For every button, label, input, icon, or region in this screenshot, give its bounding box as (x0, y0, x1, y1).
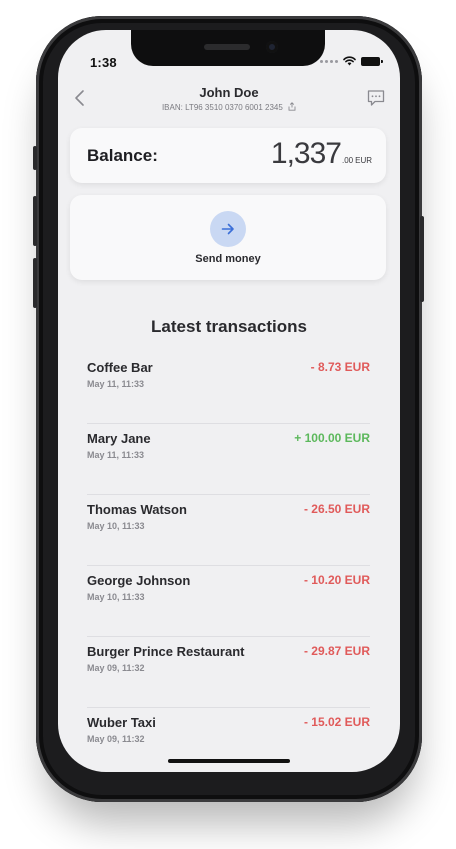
transaction-date: May 11, 11:33 (87, 450, 145, 460)
transaction-date: May 09, 11:32 (87, 663, 145, 673)
phone-volume-down-button (33, 258, 37, 308)
transactions-title: Latest transactions (151, 317, 307, 336)
transaction-row[interactable]: George Johnson May 10, 11:33 - 10.20 EUR (87, 566, 370, 637)
transaction-amount: - 26.50 EUR (303, 502, 370, 516)
status-icons (320, 56, 383, 66)
send-icon-circle (210, 211, 246, 247)
balance-decimal: .00 (341, 156, 354, 165)
iban-text: IBAN: LT96 3510 0370 6001 2345 (161, 103, 283, 112)
arrow-right-icon (221, 223, 234, 235)
balance-card: Balance: 1,337 .00 EUR (70, 128, 386, 183)
signal-icon (320, 59, 338, 63)
transaction-date: May 11, 11:33 (87, 379, 145, 389)
chat-bubble-icon[interactable] (366, 88, 386, 108)
status-time: 1:38 (90, 55, 117, 70)
battery-icon (361, 56, 383, 66)
balance-amount: 1,337 .00 EUR (271, 137, 372, 171)
balance-integer: 1,337 (270, 137, 342, 170)
transaction-name: Thomas Watson (87, 502, 187, 517)
transaction-amount: - 29.87 EUR (303, 644, 370, 658)
transaction-row[interactable]: Coffee Bar May 11, 11:33 - 8.73 EUR (87, 353, 370, 424)
transaction-amount: - 10.20 EUR (303, 573, 370, 587)
front-camera (266, 41, 278, 53)
transaction-amount: - 8.73 EUR (310, 360, 370, 374)
transaction-row[interactable]: Mary Jane May 11, 11:33 + 100.00 EUR (87, 424, 370, 495)
phone-volume-up-button (33, 196, 37, 246)
balance-label: Balance: (87, 146, 158, 165)
phone-silent-switch (33, 146, 37, 170)
transaction-name: Burger Prince Restaurant (87, 644, 245, 659)
transaction-date: May 09, 11:32 (87, 734, 145, 744)
app-screen: 1:38 John Doe IBAN: LT96 3510 0370 6001 … (58, 30, 400, 772)
transaction-name: Coffee Bar (87, 360, 153, 375)
transaction-row[interactable]: Burger Prince Restaurant May 09, 11:32 -… (87, 637, 370, 708)
transaction-name: Mary Jane (87, 431, 151, 446)
share-icon[interactable] (288, 102, 296, 111)
transaction-row[interactable]: Thomas Watson May 10, 11:33 - 26.50 EUR (87, 495, 370, 566)
transaction-date: May 10, 11:33 (87, 521, 145, 531)
send-money-label: Send money (195, 253, 261, 265)
account-holder-name: John Doe (199, 85, 259, 100)
home-indicator[interactable] (168, 759, 290, 763)
wifi-icon (343, 56, 356, 66)
iban-line[interactable]: IBAN: LT96 3510 0370 6001 2345 (58, 102, 400, 112)
transaction-date: May 10, 11:33 (87, 592, 145, 602)
phone-power-button (420, 216, 424, 302)
transactions-list: Coffee Bar May 11, 11:33 - 8.73 EUR Mary… (87, 353, 370, 772)
transaction-amount: - 15.02 EUR (303, 715, 370, 729)
send-money-button[interactable]: Send money (70, 195, 386, 280)
notch (131, 30, 325, 66)
transaction-name: Wuber Taxi (87, 715, 156, 730)
speaker-grille (204, 44, 250, 50)
header: John Doe IBAN: LT96 3510 0370 6001 2345 (58, 82, 400, 122)
transaction-amount: + 100.00 EUR (294, 431, 370, 445)
balance-currency: EUR (355, 156, 372, 165)
transaction-name: George Johnson (87, 573, 191, 588)
